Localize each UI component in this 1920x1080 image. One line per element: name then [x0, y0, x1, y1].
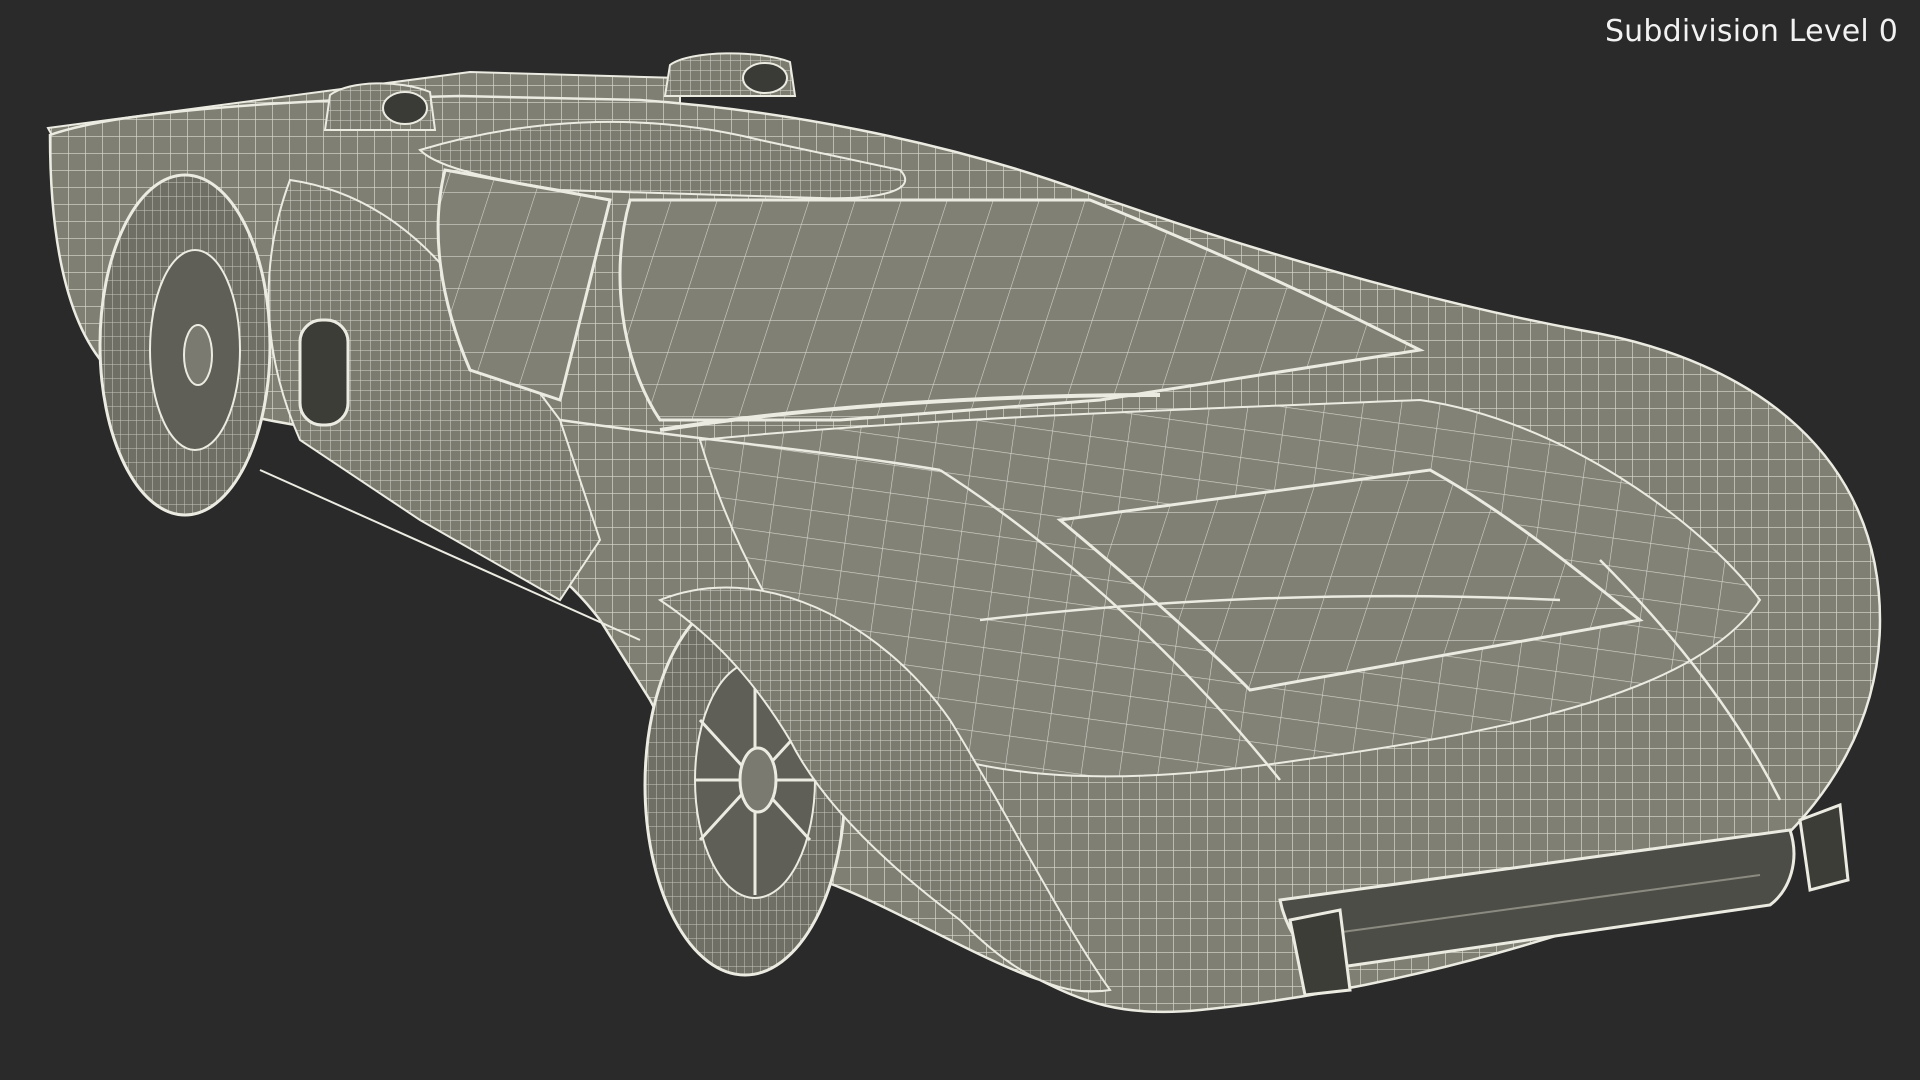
render-viewport: Subdivision Level 0 — [0, 0, 1920, 1080]
rear-wheel — [98, 173, 272, 517]
subdivision-level-label: Subdivision Level 0 — [1604, 14, 1898, 49]
headlight-right — [1798, 802, 1850, 892]
side-air-intake — [298, 318, 350, 427]
roof-scoop-left — [323, 82, 437, 131]
car-wireframe-render — [46, 52, 1882, 1014]
roof-scoop-right — [663, 52, 797, 97]
